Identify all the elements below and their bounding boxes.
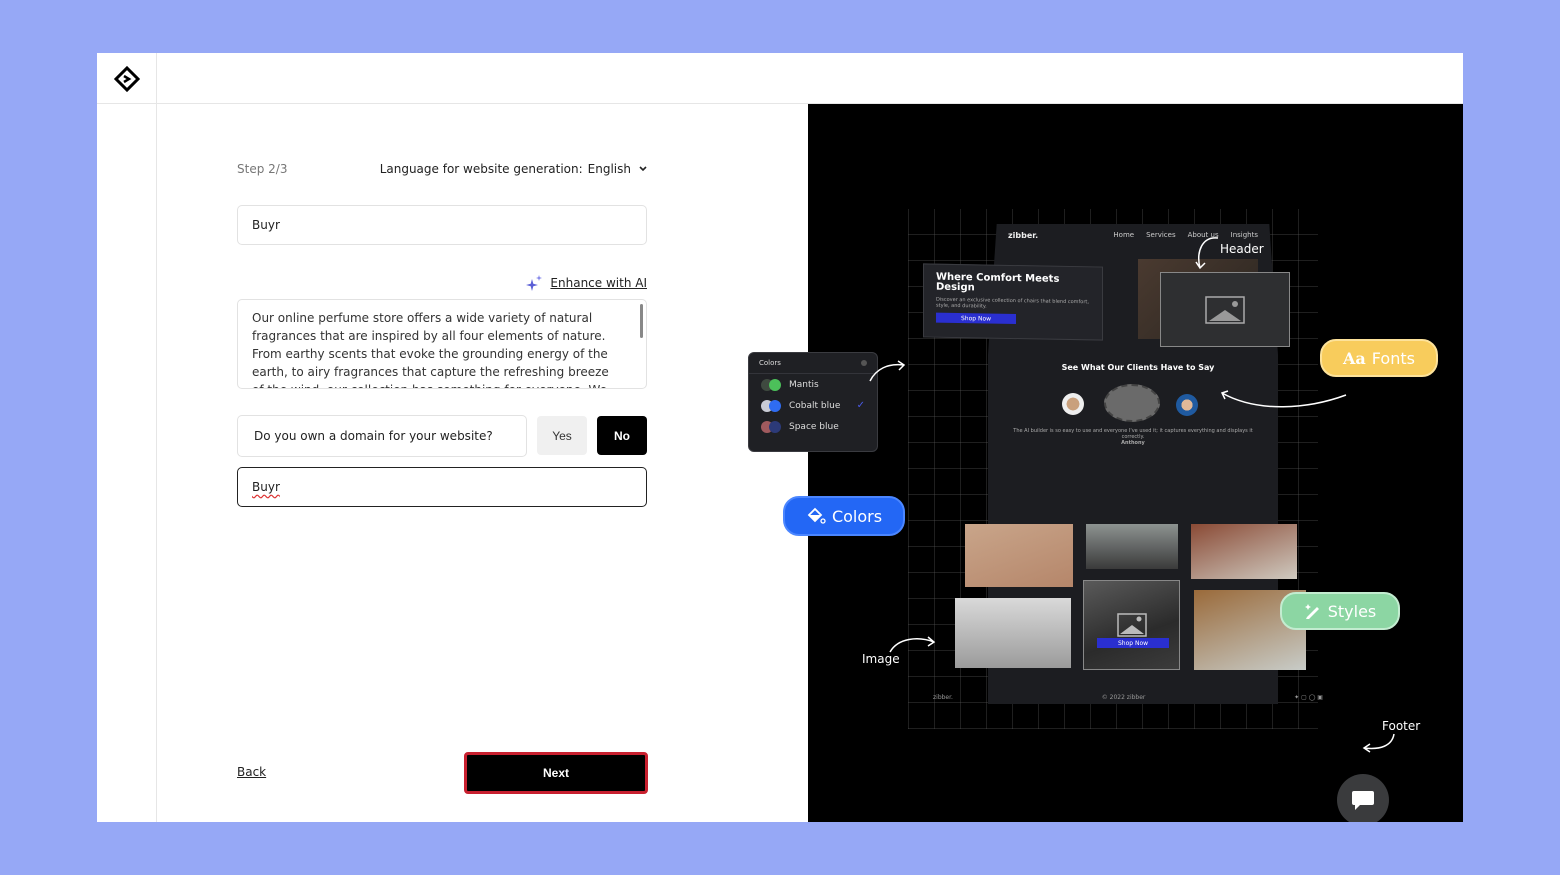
testimonials-title: See What Our Clients Have to Say: [1061, 363, 1215, 372]
mock-brand: zibber.: [1008, 230, 1039, 240]
hero-image-placeholder: [1160, 272, 1290, 347]
mock-nav-item: Services: [1146, 231, 1176, 239]
language-selector[interactable]: Language for website generation: English: [380, 162, 647, 176]
chat-bubble-icon: [1352, 791, 1374, 810]
image-icon: [1116, 613, 1147, 637]
yes-button[interactable]: Yes: [537, 416, 587, 455]
language-label: Language for website generation:: [379, 162, 583, 176]
gallery-photo: [1086, 524, 1178, 569]
enhance-with-ai-link[interactable]: Enhance with AI: [526, 275, 647, 291]
sidebar: [97, 104, 157, 822]
gallery-photo: [965, 524, 1073, 587]
color-option: Mantis: [749, 374, 877, 395]
color-option: Space blue: [749, 416, 877, 437]
arrow-icon: [1220, 390, 1347, 408]
no-button[interactable]: No: [597, 416, 647, 455]
mock-footer: zibber. © 2022 zibber ✦ ▢ ◯ ▣: [933, 694, 1323, 701]
description-textarea[interactable]: Our online perfume store offers a wide v…: [237, 299, 647, 389]
top-bar: [97, 53, 1463, 104]
image-annotation: Image: [862, 652, 900, 666]
color-swatch: [761, 378, 783, 391]
magic-pencil-icon: [1304, 604, 1319, 619]
mock-nav-item: Insights: [1230, 231, 1258, 239]
preview-panel: zibber. Home Services About us Insights …: [748, 104, 1463, 822]
colors-pill: Colors: [783, 496, 905, 536]
gallery-image-placeholder: [1083, 580, 1180, 670]
chevron-down-icon: [639, 166, 647, 172]
image-icon: [1205, 295, 1245, 324]
fonts-pill: Aa Fonts: [1320, 339, 1438, 377]
color-option: Cobalt blue ✓: [749, 395, 877, 416]
testimonial-author: Anthony: [1121, 440, 1145, 446]
check-icon: ✓: [856, 400, 865, 411]
gallery-shop-now-button: Shop Now: [1097, 638, 1169, 648]
chat-button[interactable]: [1337, 774, 1389, 822]
domain-question: Do you own a domain for your website?: [237, 415, 527, 457]
arrow-icon: [869, 360, 906, 382]
testimonial-text: The AI builder is so easy to use and eve…: [1013, 428, 1253, 446]
client-avatar: [1176, 394, 1198, 416]
client-avatar-main: [1104, 384, 1160, 422]
diamond-logo-icon: [113, 65, 140, 92]
color-swatch: [761, 420, 783, 433]
footer-annotation: Footer: [1382, 719, 1421, 733]
colors-panel: Colors Mantis Cobalt blue ✓ Space blue: [748, 352, 878, 452]
close-icon: [861, 360, 867, 366]
sparkle-icon: [526, 275, 543, 291]
arrow-icon: [889, 636, 936, 653]
step-indicator: Step 2/3: [237, 162, 288, 176]
next-button[interactable]: Next: [464, 752, 648, 794]
hero-card: Where Comfort Meets Design Discover an e…: [923, 263, 1103, 341]
arrow-icon: [1362, 733, 1395, 753]
app-window: Step 2/3 Language for website generation…: [97, 53, 1463, 822]
color-swatch: [761, 399, 783, 412]
styles-pill: Styles: [1280, 592, 1400, 630]
logo[interactable]: [97, 53, 157, 104]
gallery-photo: [1191, 524, 1297, 579]
scrollbar[interactable]: [640, 304, 643, 338]
hero-shop-now-button: Shop Now: [936, 312, 1016, 325]
paint-bucket-icon: [807, 507, 826, 524]
domain-input[interactable]: Buyr: [237, 467, 647, 507]
social-icons: ✦ ▢ ◯ ▣: [1294, 694, 1323, 701]
mock-nav-item: Home: [1113, 231, 1135, 239]
language-value: English: [587, 162, 631, 176]
client-avatar: [1062, 393, 1084, 415]
website-setup-form: Step 2/3 Language for website generation…: [237, 104, 648, 822]
header-annotation: Header: [1220, 242, 1264, 256]
font-icon: Aa: [1343, 348, 1366, 368]
business-name-input[interactable]: Buyr: [237, 205, 647, 245]
gallery-photo: [955, 598, 1071, 668]
back-link[interactable]: Back: [237, 765, 266, 779]
arrow-icon: [1195, 237, 1219, 270]
